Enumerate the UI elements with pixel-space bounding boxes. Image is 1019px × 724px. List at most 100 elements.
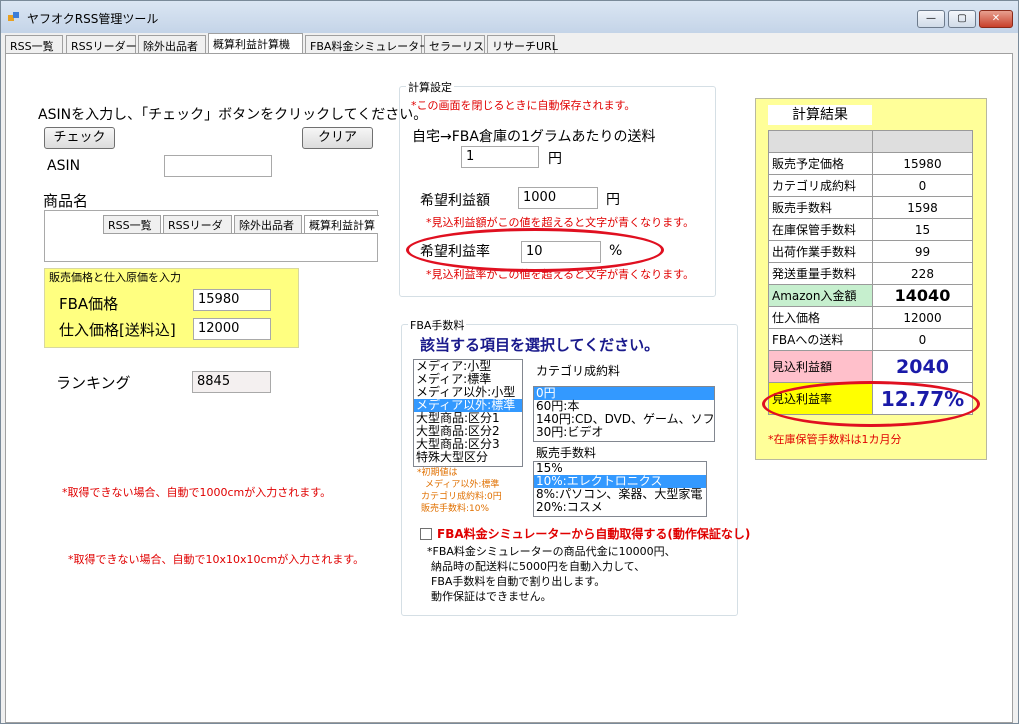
results-row: FBAへの送料 0: [768, 328, 973, 351]
minimize-button[interactable]: —: [917, 10, 945, 28]
cost-label: 仕入価格[送料込]: [59, 321, 176, 339]
result-label: 仕入価格: [768, 306, 873, 329]
initial-value-note: *初期値は メディア以外:標準 カテゴリ成約料:0円 販売手数料:10%: [417, 467, 502, 515]
commission-option[interactable]: 20%:コスメ: [534, 501, 706, 514]
note-line: カテゴリ成約料:0円: [421, 492, 502, 502]
price-group: 販売価格と仕入原価を入力 FBA価格 15980 仕入価格[送料込] 12000: [44, 268, 299, 348]
commission-listbox[interactable]: 15% 10%:エレクトロニクス 8%:パソコン、楽器、大型家電 20%:コスメ: [533, 461, 707, 517]
results-row: 販売手数料 1598: [768, 196, 973, 219]
size-option[interactable]: 特殊大型区分: [414, 451, 522, 464]
header-cell: [768, 130, 873, 153]
category-listbox[interactable]: 0円 60円:本 140円:CD、DVD、ゲーム、ソフト 30円:ビデオ: [533, 386, 715, 442]
product-name-label: 商品名: [43, 192, 89, 210]
maximize-button[interactable]: ▢: [948, 10, 976, 28]
result-label: 発送重量手数料: [768, 262, 873, 285]
results-row: 発送重量手数料 228: [768, 262, 973, 285]
commission-label: 販売手数料: [536, 446, 597, 460]
results-row: Amazon入金額 14040: [768, 284, 973, 307]
result-value: 12000: [872, 306, 973, 329]
result-label: 出荷作業手数料: [768, 240, 873, 263]
window-title: ヤフオクRSS管理ツール: [27, 12, 159, 26]
settings-title: 計算設定: [406, 79, 454, 95]
fba-price-label: FBA価格: [59, 295, 119, 313]
result-value: 14040: [872, 284, 973, 307]
note-line: 納品時の配送料に5000円を自動入力して、: [431, 560, 646, 573]
result-value: 0: [872, 328, 973, 351]
asin-input[interactable]: [164, 155, 272, 177]
profit-rate-result-highlight: [762, 381, 980, 427]
header-cell: [872, 130, 973, 153]
profit-amount-label: 希望利益額: [420, 193, 490, 209]
auto-fetch-label[interactable]: FBA料金シミュレーターから自動取得する(動作保証なし): [437, 525, 750, 542]
result-value: 228: [872, 262, 973, 285]
asin-label: ASIN: [47, 158, 81, 174]
note-line: メディア以外:標準: [425, 480, 500, 490]
size-note: *取得できない場合、自動で10x10x10cmが入力されます。: [68, 553, 365, 566]
note-line: *FBA料金シミュレーターの商品代金に10000円、: [427, 545, 676, 558]
embedded-tab: 除外出品者: [234, 215, 302, 233]
results-row: カテゴリ成約料 0: [768, 174, 973, 197]
results-table: 販売予定価格 15980 カテゴリ成約料 0 販売手数料 1598 在庫保管手数料 15…: [768, 130, 973, 415]
autosave-note: *この画面を閉じるときに自動保存されます。: [411, 99, 636, 112]
profit-rate-highlight: [406, 228, 664, 272]
result-value: 15980: [872, 152, 973, 175]
result-label: FBAへの送料: [768, 328, 873, 351]
clear-button[interactable]: クリア: [302, 127, 373, 149]
result-label: 見込利益額: [768, 350, 873, 383]
tab-profit-calculator[interactable]: 概算利益計算機: [208, 33, 303, 54]
category-label: カテゴリ成約料: [536, 364, 621, 378]
auto-fetch-notes: *FBA料金シミュレーターの商品代金に10000円、 納品時の配送料に5000円…: [427, 544, 676, 604]
results-title: 計算結果: [768, 105, 872, 125]
results-footnote: *在庫保管手数料は1カ月分: [768, 433, 902, 446]
result-label: 在庫保管手数料: [768, 218, 873, 241]
profit-amount-input[interactable]: 1000: [518, 187, 598, 209]
result-label: 販売予定価格: [768, 152, 873, 175]
results-header-row: [768, 130, 973, 153]
embedded-tab: RSS一覧: [103, 215, 161, 233]
close-button[interactable]: ✕: [979, 10, 1013, 28]
price-group-title: 販売価格と仕入原価を入力: [49, 269, 181, 285]
tab-research-url[interactable]: リサーチURL: [487, 35, 558, 53]
results-row: 見込利益額 2040: [768, 350, 973, 383]
fba-price-input[interactable]: 15980: [193, 289, 271, 311]
calculator-panel: ASINを入力し、「チェック」ボタンをクリックしてください。 チェック クリア …: [5, 53, 1013, 723]
auto-fetch-checkbox[interactable]: [420, 528, 432, 540]
check-button[interactable]: チェック: [44, 127, 115, 149]
product-name-box[interactable]: RSS一覧 RSSリーダー 除外出品者 概算利益計算: [44, 210, 379, 262]
embedded-divider: [103, 233, 377, 234]
embedded-tab: RSSリーダー: [163, 215, 232, 233]
shipping-yen-label: 円: [548, 151, 562, 167]
tab-excluded-sellers[interactable]: 除外出品者: [138, 35, 206, 53]
category-option[interactable]: 30円:ビデオ: [534, 426, 714, 439]
results-row: 仕入価格 12000: [768, 306, 973, 329]
results-row: 出荷作業手数料 99: [768, 240, 973, 263]
profit-amount-yen-label: 円: [606, 192, 620, 208]
embedded-tab: 概算利益計算: [304, 215, 379, 233]
asin-instruction: ASINを入力し、「チェック」ボタンをクリックしてください。: [38, 107, 428, 123]
result-label: カテゴリ成約料: [768, 174, 873, 197]
ranking-input[interactable]: 8845: [192, 371, 271, 393]
result-value: 99: [872, 240, 973, 263]
size-listbox[interactable]: メディア:小型 メディア:標準 メディア以外:小型 メディア以外:標準 大型商品…: [413, 359, 523, 467]
results-row: 在庫保管手数料 15: [768, 218, 973, 241]
note-line: 販売手数料:10%: [421, 504, 490, 514]
note-line: FBA手数料を自動で割り出します。: [431, 575, 606, 588]
result-label: Amazon入金額: [768, 284, 873, 307]
result-value: 2040: [872, 350, 973, 383]
result-value: 1598: [872, 196, 973, 219]
results-row: 販売予定価格 15980: [768, 152, 973, 175]
shipping-label: 自宅→FBA倉庫の1グラムあたりの送料: [412, 129, 656, 145]
result-value: 0: [872, 174, 973, 197]
tab-rss-list[interactable]: RSS一覧: [5, 35, 63, 53]
shipping-input[interactable]: 1: [461, 146, 539, 168]
result-value: 15: [872, 218, 973, 241]
tab-fba-simulator[interactable]: FBA料金シミュレーター: [305, 35, 430, 53]
note-line: 動作保証はできません。: [431, 590, 552, 603]
app-window: ヤフオクRSS管理ツール — ▢ ✕ RSS一覧 RSSリーダー 除外出品者 概…: [0, 0, 1019, 724]
result-label: 販売手数料: [768, 196, 873, 219]
cost-input[interactable]: 12000: [193, 318, 271, 340]
tab-seller-list[interactable]: セラーリスト: [424, 35, 495, 53]
title-bar: ヤフオクRSS管理ツール — ▢ ✕: [1, 1, 1018, 33]
tab-rss-reader[interactable]: RSSリーダー: [66, 35, 137, 53]
fba-title: FBA手数料: [408, 317, 467, 333]
